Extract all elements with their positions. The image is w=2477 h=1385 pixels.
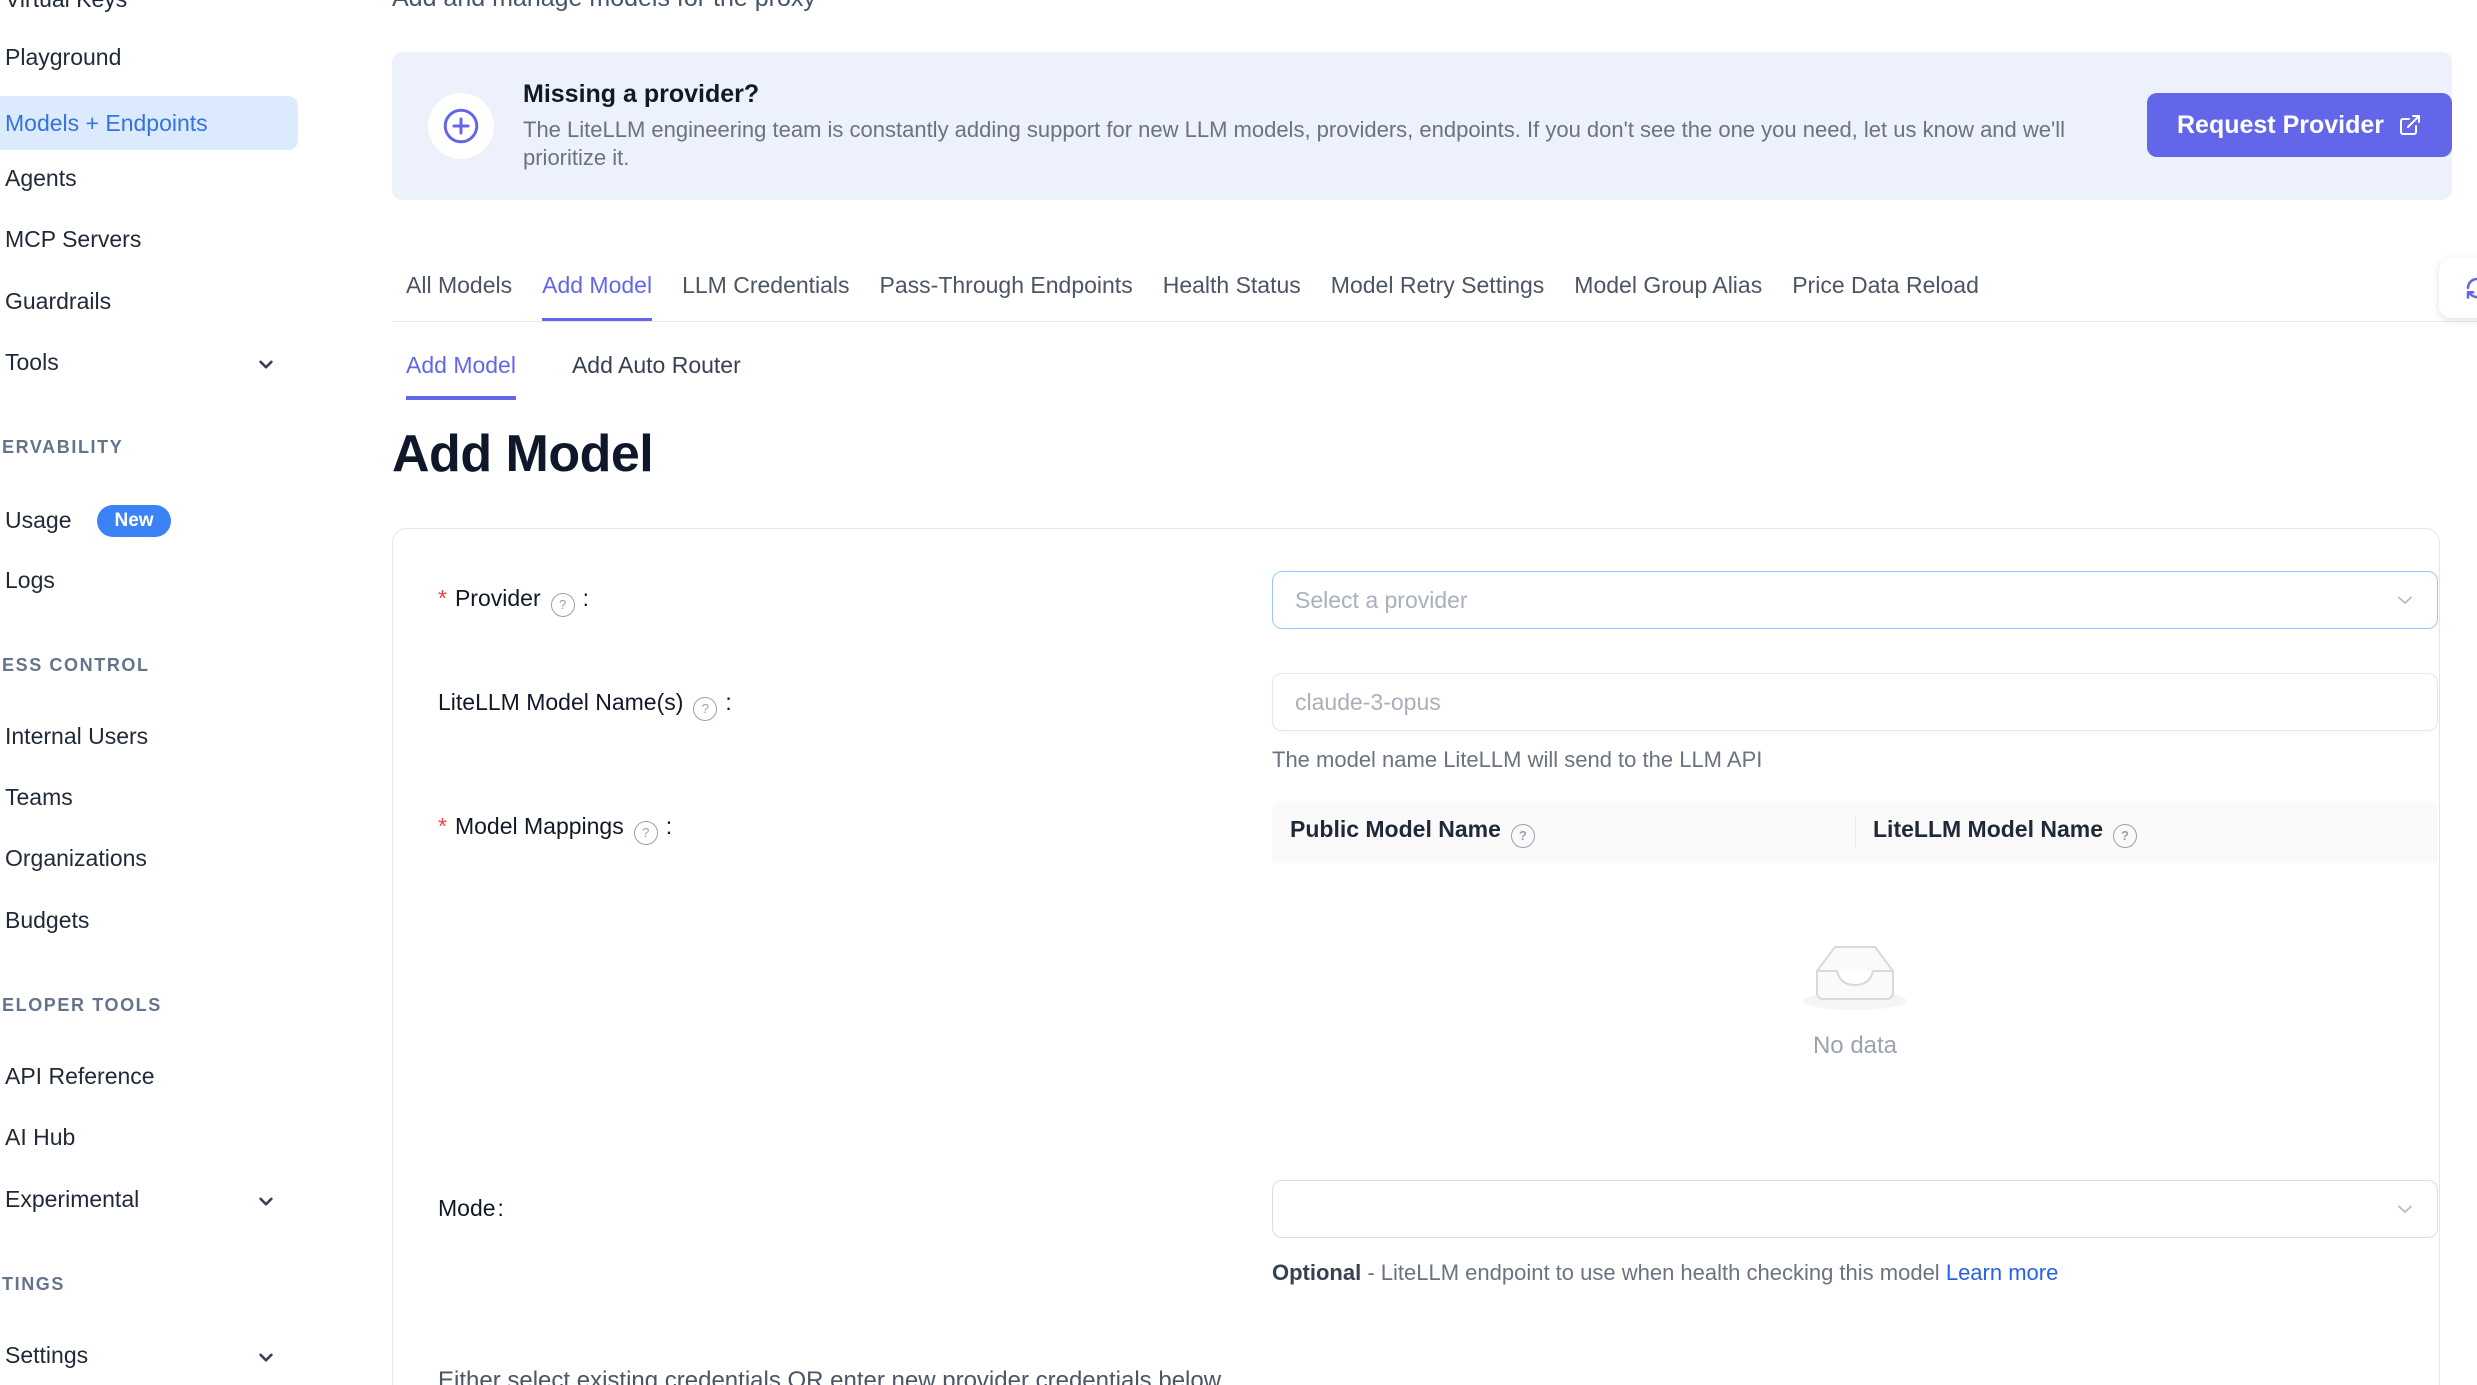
sidebar-item-experimental[interactable]: Experimental xyxy=(5,1186,285,1213)
sidebar-item-playground[interactable]: Playground xyxy=(5,44,121,71)
column-divider xyxy=(1855,815,1856,849)
mode-label: Mode: xyxy=(438,1195,504,1222)
tab-divider xyxy=(392,321,2477,322)
sidebar-item-logs[interactable]: Logs xyxy=(5,567,55,594)
sidebar-item-label: Models + Endpoints xyxy=(5,110,208,137)
provider-label: *Provider?: xyxy=(438,585,589,617)
plus-circle-icon xyxy=(428,93,494,159)
empty-box-icon xyxy=(1791,1000,1919,1017)
page-subtitle: Add and manage models for the proxy xyxy=(392,0,816,13)
mode-select-input[interactable] xyxy=(1273,1196,2393,1223)
help-icon[interactable]: ? xyxy=(1511,824,1535,848)
help-icon[interactable]: ? xyxy=(2113,824,2137,848)
sidebar-section-observability: ERVABILITY xyxy=(2,437,123,458)
provider-select-input[interactable] xyxy=(1273,587,2393,614)
sidebar-item-budgets[interactable]: Budgets xyxy=(5,907,89,934)
sidebar-item-usage[interactable]: UsageNew xyxy=(5,505,171,537)
new-badge: New xyxy=(97,505,170,537)
provider-select[interactable] xyxy=(1272,571,2438,629)
tab-add-model[interactable]: Add Model xyxy=(542,272,652,322)
sidebar-item-models-endpoints[interactable]: Models + Endpoints xyxy=(0,96,298,150)
tab-health-status[interactable]: Health Status xyxy=(1163,272,1301,322)
model-mappings-header: Public Model Name? LiteLLM Model Name? xyxy=(1272,801,2438,863)
help-icon[interactable]: ? xyxy=(634,821,658,845)
sidebar-item-agents[interactable]: Agents xyxy=(5,165,77,192)
refresh-button[interactable] xyxy=(2439,258,2477,318)
sidebar-item-teams[interactable]: Teams xyxy=(5,784,73,811)
help-icon[interactable]: ? xyxy=(551,593,575,617)
refresh-icon xyxy=(2462,273,2477,303)
add-model-subtab-bar: Add Model Add Auto Router xyxy=(406,352,741,400)
litellm-admin-page: Virtual Keys Playground Models + Endpoin… xyxy=(0,0,2477,1385)
page-title: Add Model xyxy=(392,424,653,484)
learn-more-link[interactable]: Learn more xyxy=(1946,1260,2059,1285)
empty-state: No data xyxy=(1272,933,2438,1060)
column-public-model-name: Public Model Name? xyxy=(1272,816,1855,848)
model-mappings-table: Public Model Name? LiteLLM Model Name? xyxy=(1272,801,2438,863)
litellm-model-name-input[interactable] xyxy=(1273,689,2437,716)
missing-provider-banner: Missing a provider? The LiteLLM engineer… xyxy=(392,52,2452,200)
sidebar-item-mcp-servers[interactable]: MCP Servers xyxy=(5,226,141,253)
tab-all-models[interactable]: All Models xyxy=(406,272,512,322)
empty-state-text: No data xyxy=(1272,1032,2438,1060)
litellm-model-name-field[interactable] xyxy=(1272,673,2438,731)
litellm-model-name-label: LiteLLM Model Name(s)?: xyxy=(438,689,732,721)
sidebar-item-virtual-keys[interactable]: Virtual Keys xyxy=(5,0,127,13)
chevron-down-icon xyxy=(253,1344,279,1376)
mode-help-text: Optional - LiteLLM endpoint to use when … xyxy=(1272,1252,2082,1293)
banner-title: Missing a provider? xyxy=(523,80,759,109)
subtab-add-model[interactable]: Add Model xyxy=(406,352,516,400)
external-link-icon xyxy=(2398,113,2422,137)
tab-llm-credentials[interactable]: LLM Credentials xyxy=(682,272,849,322)
request-provider-button[interactable]: Request Provider xyxy=(2147,93,2452,157)
required-mark: * xyxy=(438,585,447,611)
mode-select[interactable] xyxy=(1272,1180,2438,1238)
models-tab-bar: All Models Add Model LLM Credentials Pas… xyxy=(406,272,1979,322)
required-mark: * xyxy=(438,813,447,839)
litellm-model-name-help: The model name LiteLLM will send to the … xyxy=(1272,747,1762,773)
model-mappings-label: *Model Mappings?: xyxy=(438,813,672,845)
help-icon[interactable]: ? xyxy=(693,697,717,721)
sidebar-item-internal-users[interactable]: Internal Users xyxy=(5,723,148,750)
sidebar-item-settings[interactable]: Settings xyxy=(5,1342,285,1369)
credentials-note: Either select existing credentials OR en… xyxy=(438,1367,1221,1385)
sidebar-item-organizations[interactable]: Organizations xyxy=(5,845,147,872)
chevron-down-icon xyxy=(2393,1197,2417,1221)
tab-model-group-alias[interactable]: Model Group Alias xyxy=(1574,272,1762,322)
subtab-add-auto-router[interactable]: Add Auto Router xyxy=(572,352,741,400)
tab-pass-through-endpoints[interactable]: Pass-Through Endpoints xyxy=(880,272,1133,322)
tab-price-data-reload[interactable]: Price Data Reload xyxy=(1792,272,1979,322)
sidebar-section-settings: TINGS xyxy=(2,1274,65,1295)
sidebar-section-developer-tools: ELOPER TOOLS xyxy=(2,995,162,1016)
column-litellm-model-name: LiteLLM Model Name? xyxy=(1855,816,2438,848)
banner-description: The LiteLLM engineering team is constant… xyxy=(523,116,2103,172)
chevron-down-icon xyxy=(2393,588,2417,612)
add-model-form-card: *Provider?: LiteLLM Model Name(s)?: The … xyxy=(392,528,2440,1385)
chevron-down-icon xyxy=(253,1188,279,1220)
sidebar-item-tools[interactable]: Tools xyxy=(5,349,285,376)
chevron-down-icon xyxy=(253,351,279,383)
tab-model-retry-settings[interactable]: Model Retry Settings xyxy=(1331,272,1544,322)
sidebar-item-ai-hub[interactable]: AI Hub xyxy=(5,1124,75,1151)
sidebar-item-api-reference[interactable]: API Reference xyxy=(5,1063,155,1090)
sidebar-item-guardrails[interactable]: Guardrails xyxy=(5,288,111,315)
sidebar-section-access-control: ESS CONTROL xyxy=(2,655,150,676)
